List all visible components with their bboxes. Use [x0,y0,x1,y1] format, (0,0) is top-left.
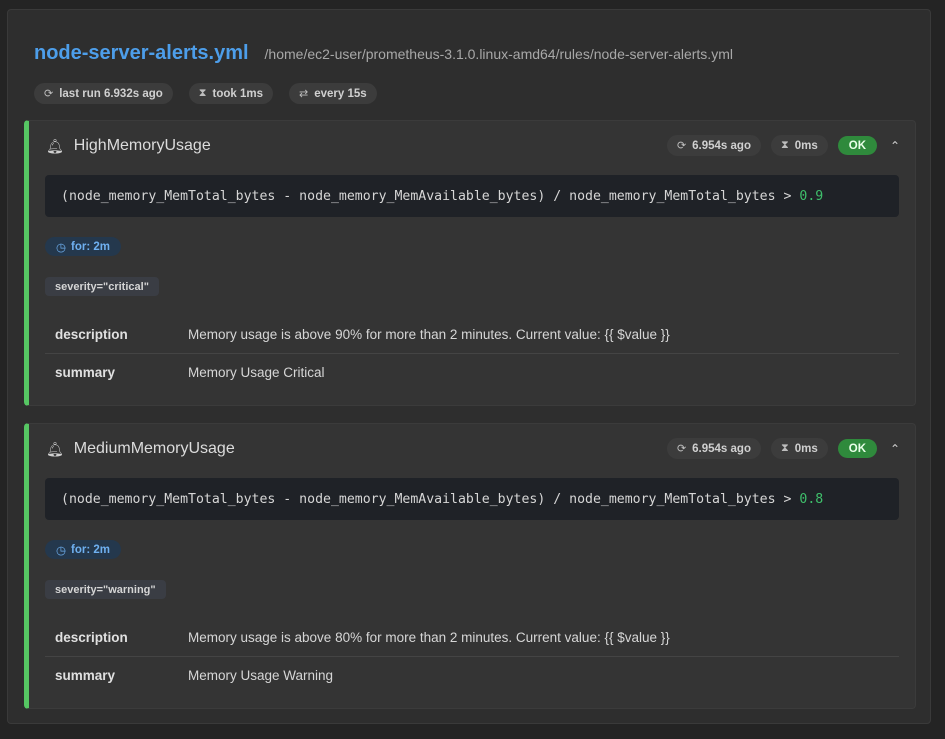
annotation-row: description Memory usage is above 80% fo… [45,619,899,657]
for-duration-text: for: 2m [71,240,111,253]
rule-status-row: ⟳ 6.954s ago ⧗ 0ms OK ⌃ [666,438,903,459]
last-run-badge: ⟳ last run 6.932s ago [34,83,173,104]
annotation-value: Memory Usage Warning [188,668,334,683]
annotations-table: description Memory usage is above 80% fo… [45,619,899,694]
rule-file-name[interactable]: node-server-alerts.yml [34,42,249,65]
annotation-row: summary Memory Usage Warning [45,657,899,694]
annotation-row: description Memory usage is above 90% fo… [45,316,899,354]
annotation-value: Memory usage is above 80% for more than … [188,630,670,645]
annotation-key: description [55,327,128,342]
last-eval-badge: ⟳ 6.954s ago [666,438,761,459]
chevron-up-icon[interactable]: ⌃ [887,442,903,456]
interval-text: every 15s [314,87,367,100]
took-text: took 1ms [212,87,264,100]
rule-header[interactable]: 🔔︎ HighMemoryUsage [46,137,211,155]
expr-threshold: 0.9 [799,188,824,204]
repeat-icon: ⇄ [299,88,309,100]
label-badge: severity="critical" [45,277,159,296]
rule-card-medium-memory: 🔔︎ MediumMemoryUsage ⟳ 6.954s ago ⧗ 0ms … [24,423,916,709]
annotation-key: summary [55,668,116,683]
label-badge: severity="warning" [45,580,166,599]
chevron-up-icon[interactable]: ⌃ [887,139,903,153]
rule-expression: (node_memory_MemTotal_bytes - node_memor… [45,478,899,520]
rule-card-high-memory: 🔔︎ HighMemoryUsage ⟳ 6.954s ago ⧗ 0ms OK… [24,120,916,406]
annotation-key: description [55,630,128,645]
for-duration-badge: ◷ for: 2m [45,237,122,256]
took-badge: ⧗ took 1ms [188,83,273,104]
bell-icon: 🔔︎ [46,137,64,154]
hourglass-icon: ⧗ [198,87,207,99]
eval-duration-badge: ⧗ 0ms [770,135,828,156]
last-run-text: last run 6.932s ago [59,87,163,100]
annotation-key: summary [55,365,116,380]
rule-expression: (node_memory_MemTotal_bytes - node_memor… [45,175,899,217]
for-duration-badge: ◷ for: 2m [45,540,122,559]
last-eval-text: 6.954s ago [692,442,751,455]
annotations-table: description Memory usage is above 90% fo… [45,316,899,391]
refresh-icon: ⟳ [676,140,687,152]
hourglass-icon: ⧗ [780,442,789,454]
state-badge: OK [837,136,877,155]
rule-name: MediumMemoryUsage [73,440,235,457]
interval-badge: ⇄ every 15s [289,83,377,104]
refresh-icon: ⟳ [676,443,687,455]
annotation-value: Memory Usage Critical [188,365,325,380]
clock-icon: ◷ [56,241,67,254]
rule-header[interactable]: 🔔︎ MediumMemoryUsage [46,440,235,458]
expr-text: (node_memory_MemTotal_bytes - node_memor… [61,491,800,507]
rule-file-path: /home/ec2-user/prometheus-3.1.0.linux-am… [264,46,733,62]
annotation-value: Memory usage is above 90% for more than … [188,327,670,342]
last-eval-text: 6.954s ago [692,139,751,152]
bell-icon: 🔔︎ [46,440,64,457]
clock-icon: ◷ [56,544,67,557]
expr-threshold: 0.8 [799,491,824,507]
eval-duration-text: 0ms [794,442,818,455]
rule-group-panel: node-server-alerts.yml /home/ec2-user/pr… [7,9,931,724]
eval-duration-badge: ⧗ 0ms [770,438,828,459]
rule-name: HighMemoryUsage [73,137,211,154]
for-duration-text: for: 2m [71,543,111,556]
state-badge: OK [837,439,877,458]
annotation-row: summary Memory Usage Critical [45,354,899,391]
rule-status-row: ⟳ 6.954s ago ⧗ 0ms OK ⌃ [666,135,903,156]
eval-duration-text: 0ms [794,139,818,152]
hourglass-icon: ⧗ [780,139,789,151]
expr-text: (node_memory_MemTotal_bytes - node_memor… [61,188,800,204]
last-eval-badge: ⟳ 6.954s ago [666,135,761,156]
refresh-icon: ⟳ [44,88,54,100]
rule-file-header: node-server-alerts.yml /home/ec2-user/pr… [34,42,733,65]
group-meta-row: ⟳ last run 6.932s ago ⧗ took 1ms ⇄ every… [34,83,377,104]
